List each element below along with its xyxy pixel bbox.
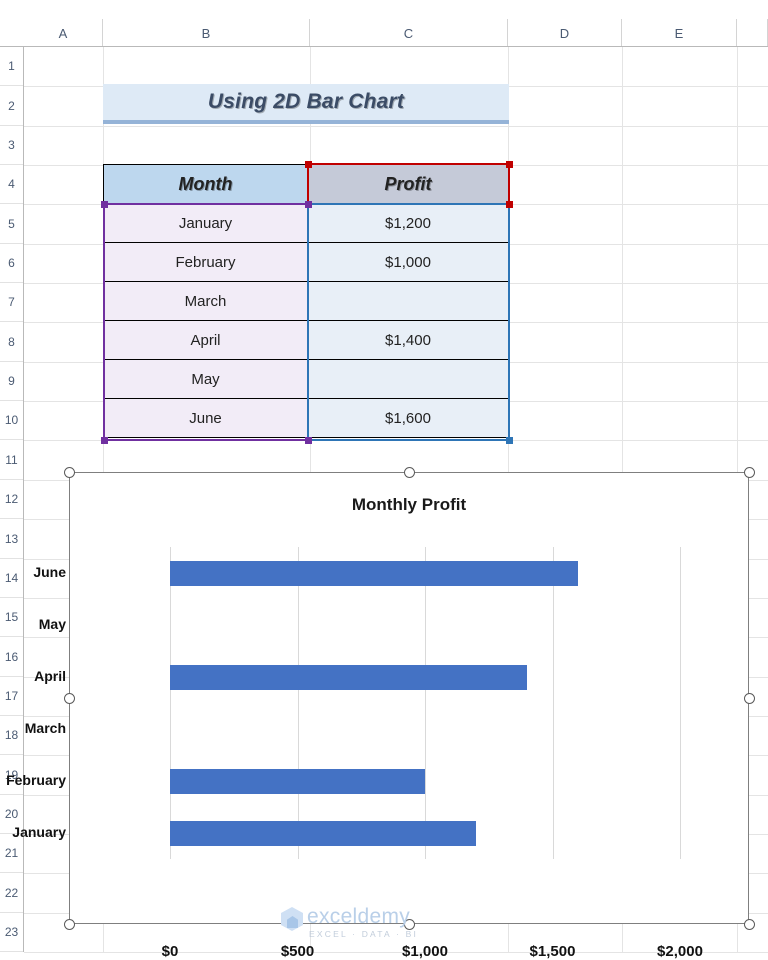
gridline-horizontal bbox=[24, 126, 768, 127]
table-row: March bbox=[103, 282, 509, 321]
spreadsheet-canvas: ABCDE 1 2 3 4 5 6 7 8 9 10 11 12 13 14 15 16 17 18 19 20 21 2… bbox=[0, 0, 768, 960]
row-header-23[interactable]: 23 bbox=[0, 913, 23, 952]
row-header-bar: 1 2 3 4 5 6 7 8 9 10 11 12 13 14 15 16 17 18 19 20 21 22 23 bbox=[0, 47, 24, 952]
row-header-4[interactable]: 4 bbox=[0, 165, 23, 204]
selection-handle-purple[interactable] bbox=[304, 200, 312, 208]
cell-profit-january[interactable]: $1,200 bbox=[308, 204, 509, 243]
row-header-1[interactable]: 1 bbox=[0, 47, 23, 86]
table-header-row: Month Profit bbox=[103, 164, 509, 204]
row-header-5[interactable]: 5 bbox=[0, 204, 23, 244]
chart-object[interactable]: Monthly Profit $0 $500 $1,000 $1,500 $2,000 J… bbox=[6, 472, 749, 960]
cell-profit-may[interactable] bbox=[308, 360, 509, 399]
selection-handle-purple[interactable] bbox=[100, 436, 108, 444]
row-header-10[interactable]: 10 bbox=[0, 401, 23, 440]
chart-gridline bbox=[680, 547, 681, 859]
cell-month-may[interactable]: May bbox=[103, 360, 308, 399]
y-axis-category-label: January bbox=[12, 824, 66, 840]
chart-resize-handle[interactable] bbox=[63, 466, 75, 478]
chart-bar[interactable] bbox=[170, 768, 425, 794]
row-header-8[interactable]: 8 bbox=[0, 322, 23, 362]
table-row: June $1,600 bbox=[103, 399, 509, 438]
sheet-title-text: Using 2D Bar Chart bbox=[207, 90, 405, 113]
cell-profit-june[interactable]: $1,600 bbox=[308, 399, 509, 438]
sheet-title-banner[interactable]: Using 2D Bar Chart bbox=[103, 84, 509, 124]
column-header-e[interactable]: E bbox=[622, 19, 737, 47]
chart-gridline bbox=[297, 547, 299, 859]
column-header-month[interactable]: Month bbox=[103, 164, 308, 204]
cell-month-june[interactable]: June bbox=[103, 399, 308, 438]
cell-month-february[interactable]: February bbox=[103, 243, 308, 282]
chart-resize-handle[interactable] bbox=[63, 692, 75, 704]
chart-title: Monthly Profit bbox=[351, 495, 467, 514]
table-row: February $1,000 bbox=[103, 243, 509, 282]
y-axis-category-label: April bbox=[34, 668, 66, 684]
row-header-9[interactable]: 9 bbox=[0, 362, 23, 401]
row-header-13[interactable]: 13 bbox=[0, 519, 23, 559]
chart-bar[interactable] bbox=[170, 560, 578, 586]
row-header-12[interactable]: 12 bbox=[0, 480, 23, 519]
selection-handle-red[interactable] bbox=[304, 160, 312, 168]
chart-resize-handle[interactable] bbox=[743, 918, 755, 930]
chart-gridline bbox=[170, 547, 171, 859]
y-axis-category-label: June bbox=[33, 564, 66, 580]
watermark-tagline: EXCEL · DATA · BI bbox=[309, 929, 419, 939]
column-header-c[interactable]: C bbox=[310, 19, 508, 47]
y-axis-category-label: March bbox=[24, 720, 66, 736]
cell-profit-february[interactable]: $1,000 bbox=[308, 243, 509, 282]
column-header-bar: ABCDE bbox=[0, 19, 768, 47]
selection-handle-purple[interactable] bbox=[304, 436, 312, 444]
cell-month-april[interactable]: April bbox=[103, 321, 308, 360]
selection-handle-blue[interactable] bbox=[505, 436, 513, 444]
column-header-b[interactable]: B bbox=[103, 19, 310, 47]
chart-resize-handle[interactable] bbox=[743, 466, 755, 478]
row-header-7[interactable]: 7 bbox=[0, 283, 23, 322]
selection-handle-purple[interactable] bbox=[100, 200, 108, 208]
cell-month-january[interactable]: January bbox=[103, 204, 308, 243]
selection-handle-red[interactable] bbox=[505, 200, 513, 208]
column-header-profit[interactable]: Profit bbox=[308, 164, 509, 204]
chart-gridline bbox=[425, 547, 426, 859]
column-header-partial[interactable] bbox=[737, 19, 768, 47]
chart-bar[interactable] bbox=[170, 664, 527, 690]
cell-profit-april[interactable]: $1,400 bbox=[308, 321, 509, 360]
chart-resize-handle[interactable] bbox=[63, 918, 75, 930]
row-header-11[interactable]: 11 bbox=[0, 440, 23, 480]
cell-month-march[interactable]: March bbox=[103, 282, 308, 321]
chart-gridline bbox=[552, 547, 554, 859]
table-row: May bbox=[103, 360, 509, 399]
row-header-6[interactable]: 6 bbox=[0, 244, 23, 283]
row-header-2[interactable]: 2 bbox=[0, 86, 23, 126]
chart-plot-area: $0 $500 $1,000 $1,500 $2,000 June May April Marc… bbox=[6, 547, 703, 960]
column-header-a[interactable]: A bbox=[24, 19, 103, 47]
chart-bar[interactable] bbox=[170, 820, 476, 846]
column-header-d[interactable]: D bbox=[508, 19, 622, 47]
table-row: April $1,400 bbox=[103, 321, 509, 360]
y-axis-category-label: February bbox=[6, 772, 66, 788]
table-row: January $1,200 bbox=[103, 204, 509, 243]
row-header-3[interactable]: 3 bbox=[0, 126, 23, 165]
y-axis-category-label: May bbox=[38, 616, 66, 632]
chart-resize-handle[interactable] bbox=[403, 918, 415, 930]
column-header-underline bbox=[0, 46, 768, 47]
gridline-horizontal bbox=[24, 440, 768, 441]
selection-handle-red[interactable] bbox=[505, 160, 513, 168]
row-header-22[interactable]: 22 bbox=[0, 873, 23, 913]
chart-resize-handle[interactable] bbox=[403, 466, 415, 478]
chart-resize-handle[interactable] bbox=[743, 692, 755, 704]
cell-profit-march[interactable] bbox=[308, 282, 509, 321]
